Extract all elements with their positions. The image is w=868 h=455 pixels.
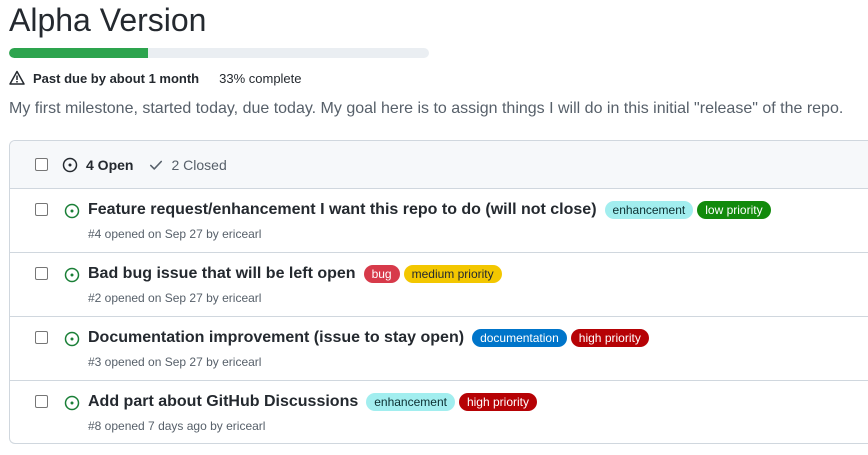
milestone-description: My first milestone, started today, due t… <box>9 100 844 117</box>
issue-title-link[interactable]: Add part about GitHub Discussions <box>88 391 358 413</box>
milestone-title: Alpha Version <box>9 2 207 38</box>
due-status: Past due by about 1 month <box>33 70 200 86</box>
issue-subtitle: #3 opened on Sep 27 by ericearl <box>88 355 262 369</box>
issue-title-line: Add part about GitHub Discussions enhance… <box>88 391 537 413</box>
issue-row[interactable]: Feature request/enhancement I want this … <box>10 189 868 253</box>
progress-bar-fill <box>9 48 148 58</box>
closed-issues-tab[interactable]: 2 Closed <box>149 156 227 173</box>
issue-opened-icon <box>62 157 78 172</box>
issue-opened-icon <box>64 395 80 411</box>
issue-row[interactable]: Bad bug issue that will be left open bug m… <box>10 253 868 317</box>
issue-title-link[interactable]: Bad bug issue that will be left open <box>88 263 356 285</box>
issue-label[interactable]: low priority <box>697 201 771 219</box>
issues-box: 4 Open 2 Closed Feature request/enhancem… <box>9 140 868 444</box>
issue-label[interactable]: documentation <box>472 329 567 347</box>
issue-title-line: Feature request/enhancement I want this … <box>88 199 771 221</box>
issue-row[interactable]: Add part about GitHub Discussions enhance… <box>10 381 868 443</box>
issue-label[interactable]: enhancement <box>366 393 455 411</box>
milestone-meta: Past due by about 1 month 33% complete <box>9 69 302 87</box>
issue-label[interactable]: high priority <box>458 393 537 411</box>
issue-row[interactable]: Documentation improvement (issue to stay… <box>10 317 868 381</box>
issue-label[interactable]: high priority <box>570 329 649 347</box>
open-issues-tab[interactable]: 4 Open <box>62 157 133 173</box>
issue-list: Feature request/enhancement I want this … <box>10 189 868 443</box>
issue-checkbox[interactable] <box>35 395 48 408</box>
select-all-checkbox[interactable] <box>35 158 48 171</box>
issue-subtitle: #8 opened 7 days ago by ericearl <box>88 419 266 433</box>
open-issues-label: 4 Open <box>86 156 134 173</box>
completion-percent: 33% complete <box>219 70 302 86</box>
issue-label[interactable]: enhancement <box>604 201 694 219</box>
issue-subtitle: #4 opened on Sep 27 by ericearl <box>88 227 262 241</box>
alert-icon <box>9 70 25 86</box>
issue-opened-icon <box>64 267 80 283</box>
issue-opened-icon <box>64 331 80 347</box>
issue-opened-icon <box>64 203 80 219</box>
issue-title-link[interactable]: Documentation improvement (issue to stay… <box>88 327 464 349</box>
issue-title-line: Documentation improvement (issue to stay… <box>88 327 649 349</box>
issue-label[interactable]: medium priority <box>403 265 502 283</box>
issue-title-line: Bad bug issue that will be left open bug m… <box>88 263 502 285</box>
issue-checkbox[interactable] <box>35 267 48 280</box>
issue-subtitle: #2 opened on Sep 27 by ericearl <box>88 291 262 305</box>
check-icon <box>150 160 163 170</box>
issue-title-link[interactable]: Feature request/enhancement I want this … <box>88 199 597 221</box>
closed-issues-label: 2 Closed <box>171 156 227 173</box>
progress-bar <box>9 48 429 58</box>
issues-header: 4 Open 2 Closed <box>10 141 868 189</box>
issue-checkbox[interactable] <box>35 203 48 216</box>
issue-label[interactable]: bug <box>363 265 400 283</box>
issue-checkbox[interactable] <box>35 331 48 344</box>
